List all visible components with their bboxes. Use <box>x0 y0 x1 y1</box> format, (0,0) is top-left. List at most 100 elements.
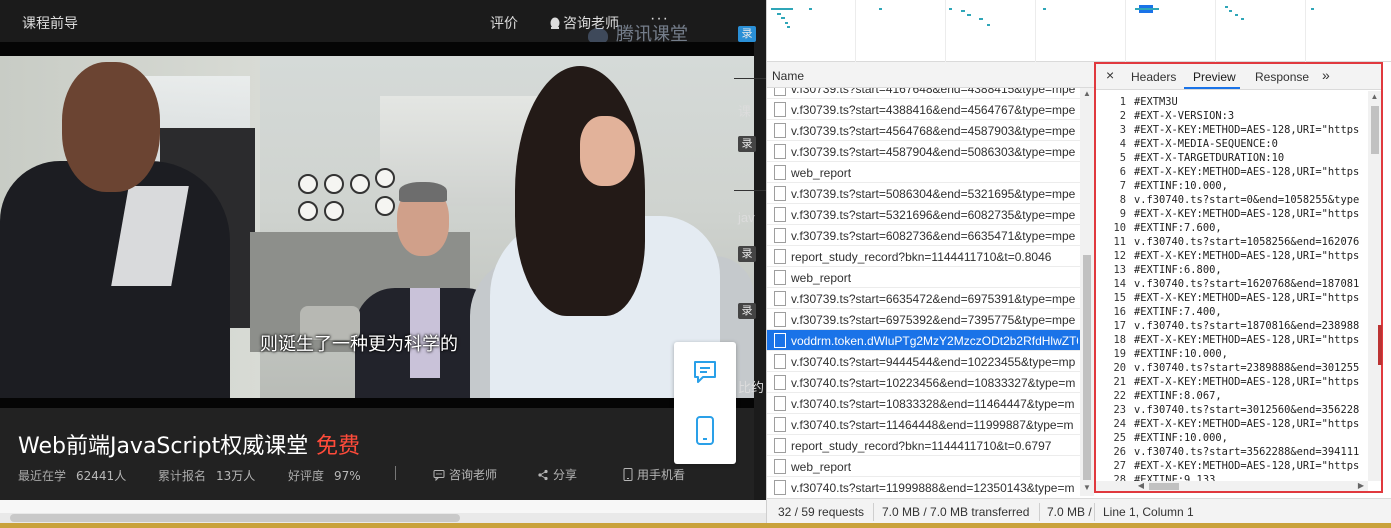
request-row[interactable]: v.f30739.ts?start=4564768&end=4587903&ty… <box>767 120 1080 141</box>
request-count: 32 / 59 requests <box>778 505 865 519</box>
scroll-down-arrow-icon[interactable]: ▼ <box>1080 482 1094 494</box>
divider <box>1094 503 1095 521</box>
network-overview-timeline[interactable] <box>767 0 1391 62</box>
sidebar-course-title[interactable]: 课 <box>738 101 751 120</box>
file-icon <box>774 354 786 369</box>
request-row[interactable]: v.f30739.ts?start=6082736&end=6635471&ty… <box>767 225 1080 246</box>
name-column-header[interactable]: Name <box>767 62 1094 88</box>
sidebar-course-title[interactable]: jav <box>738 210 755 225</box>
request-row[interactable]: v.f30740.ts?start=9444544&end=10223455&t… <box>767 351 1080 372</box>
file-icon <box>774 186 786 201</box>
line-text: #EXTINF:10.000, <box>1134 432 1228 444</box>
request-name: v.f30739.ts?start=6082736&end=6635471&ty… <box>791 229 1076 243</box>
course-topbar: 课程前导 评价 咨询老师 腾讯课堂 ··· <box>0 0 754 45</box>
share-button[interactable]: 分享 <box>537 466 577 483</box>
request-row[interactable]: v.f30739.ts?start=6635472&end=6975391&ty… <box>767 288 1080 309</box>
tab-headers[interactable]: Headers <box>1131 70 1176 84</box>
request-row[interactable]: v.f30739.ts?start=4587904&end=5086303&ty… <box>767 141 1080 162</box>
request-row[interactable]: v.f30739.ts?start=4167648&end=4388415&ty… <box>767 88 1080 99</box>
timeline-bar <box>961 10 965 12</box>
line-text: #EXT-X-KEY:METHOD=AES-128,URI="https <box>1134 334 1360 346</box>
file-icon <box>774 270 786 285</box>
request-row[interactable]: v.f30739.ts?start=5086304&end=5321695&ty… <box>767 183 1080 204</box>
request-row[interactable]: web_report <box>767 267 1080 288</box>
video-scene-hair <box>399 182 447 202</box>
line-text: #EXT-X-KEY:METHOD=AES-128,URI="https <box>1134 166 1360 178</box>
video-scene-clock <box>324 174 344 194</box>
request-row[interactable]: voddrm.token.dWluPTg2MzY2MzczODt2b2RfdHl… <box>767 330 1080 351</box>
line-text: #EXTINF:10.000, <box>1134 180 1228 192</box>
scroll-up-arrow-icon[interactable]: ▲ <box>1368 91 1381 103</box>
scroll-left-arrow-icon[interactable]: ◀ <box>1136 480 1146 492</box>
line-number: 21 <box>1113 376 1126 388</box>
line-number: 7 <box>1119 180 1126 192</box>
timeline-gridline <box>855 0 856 62</box>
file-icon <box>774 396 786 411</box>
request-row[interactable]: v.f30740.ts?start=11464448&end=11999887&… <box>767 414 1080 435</box>
video-player[interactable]: 则诞生了一种更为科学的 <box>0 42 754 408</box>
preview-horizontal-scrollbar[interactable]: ◀ ▶ <box>1096 481 1368 491</box>
tab-response[interactable]: Response <box>1255 70 1309 84</box>
request-row[interactable]: web_report <box>767 162 1080 183</box>
timeline-bar <box>979 18 983 20</box>
line-text: #EXTINF:7.400, <box>1134 306 1222 318</box>
request-row[interactable]: v.f30740.ts?start=10223456&end=10833327&… <box>767 372 1080 393</box>
stat-label: 累计报名 <box>158 469 207 483</box>
watch-on-phone-button[interactable]: 用手机看 <box>623 466 685 483</box>
request-name: report_study_record?bkn=1144411710&t=0.8… <box>791 250 1052 264</box>
divider <box>734 190 766 191</box>
course-intro-tab[interactable]: 课程前导 <box>22 13 78 33</box>
request-list-scroll-thumb[interactable] <box>1083 255 1091 480</box>
timeline-bar <box>967 14 971 16</box>
more-tabs-icon[interactable]: » <box>1322 67 1330 83</box>
panel-resize-handle[interactable] <box>1378 325 1382 365</box>
timeline-bar <box>1241 18 1244 20</box>
line-text: #EXT-X-KEY:METHOD=AES-128,URI="https <box>1134 460 1360 472</box>
line-number: 16 <box>1113 306 1126 318</box>
tab-preview[interactable]: Preview <box>1193 70 1236 84</box>
request-name: web_report <box>791 271 852 285</box>
request-row[interactable]: v.f30740.ts?start=11999888&end=12350143&… <box>767 477 1080 496</box>
request-row[interactable]: v.f30739.ts?start=5321696&end=6082735&ty… <box>767 204 1080 225</box>
timeline-bar <box>1135 8 1159 10</box>
request-row[interactable]: web_report <box>767 456 1080 477</box>
timeline-bar <box>785 22 788 24</box>
line-text: #EXTINF:8.067, <box>1134 390 1222 402</box>
consult-teacher-link[interactable]: 咨询老师 <box>549 13 619 33</box>
feedback-button[interactable] <box>691 358 719 386</box>
page-horizontal-scroll-thumb[interactable] <box>10 514 460 522</box>
preview-horizontal-scroll-thumb[interactable] <box>1149 483 1179 490</box>
request-row[interactable]: report_study_record?bkn=1144411710&t=0.6… <box>767 435 1080 456</box>
preview-vertical-scroll-thumb[interactable] <box>1371 106 1379 154</box>
timeline-bar <box>777 13 781 15</box>
consult-teacher-button[interactable]: 咨询老师 <box>433 466 497 483</box>
video-scene-face <box>62 62 160 192</box>
request-name: v.f30739.ts?start=4587904&end=5086303&ty… <box>791 145 1076 159</box>
line-text: #EXT-X-KEY:METHOD=AES-128,URI="https <box>1134 208 1360 220</box>
timeline-bar <box>987 24 990 26</box>
mobile-view-button[interactable] <box>691 416 719 445</box>
timeline-bar <box>809 8 812 10</box>
line-text: #EXTM3U <box>1134 96 1178 108</box>
scroll-up-arrow-icon[interactable]: ▲ <box>1080 88 1094 100</box>
line-number: 17 <box>1113 320 1126 332</box>
video-scene-clock <box>375 196 395 216</box>
divider <box>734 78 766 79</box>
timeline-bar <box>879 8 882 10</box>
m3u8-preview-code[interactable]: 1 #EXTM3U 2 #EXT-X-VERSION:3 3 #EXT-X-KEY:MET… <box>1096 91 1368 481</box>
request-row[interactable]: v.f30740.ts?start=10833328&end=11464447&… <box>767 393 1080 414</box>
sidebar-course-title[interactable]: 比约 <box>738 377 764 396</box>
request-row[interactable]: v.f30739.ts?start=6975392&end=7395775&ty… <box>767 309 1080 330</box>
timeline-bar <box>949 8 952 10</box>
timeline-bar <box>1043 8 1046 10</box>
more-menu-button[interactable]: ··· <box>650 10 669 28</box>
rate-link[interactable]: 评价 <box>490 13 518 33</box>
request-name: voddrm.token.dWluPTg2MzY2MzczODt2b2RfdHl… <box>791 334 1078 348</box>
line-number: 11 <box>1113 236 1126 248</box>
scroll-right-arrow-icon[interactable]: ▶ <box>1356 480 1366 492</box>
close-icon[interactable]: × <box>1106 67 1114 83</box>
request-row[interactable]: v.f30739.ts?start=4388416&end=4564767&ty… <box>767 99 1080 120</box>
preview-panel: × Headers Preview Response » 1 #EXTM3U 2 #E… <box>1094 62 1383 493</box>
request-row[interactable]: report_study_record?bkn=1144411710&t=0.8… <box>767 246 1080 267</box>
line-number: 10 <box>1113 222 1126 234</box>
